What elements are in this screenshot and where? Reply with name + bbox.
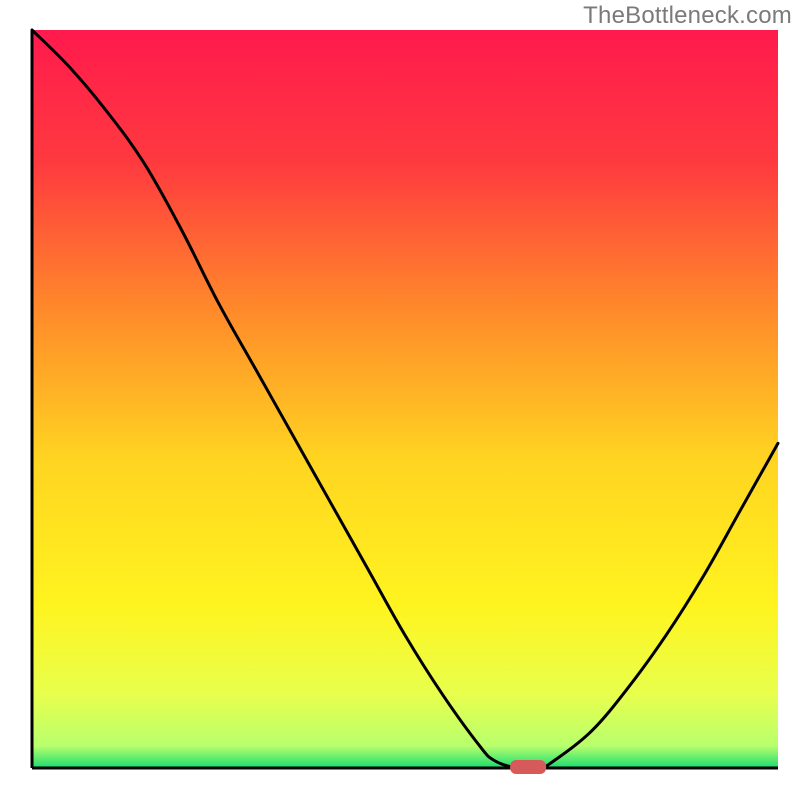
bottleneck-chart: TheBottleneck.com — [0, 0, 800, 800]
chart-svg — [0, 0, 800, 800]
optimum-marker — [510, 760, 546, 774]
plot-background — [32, 30, 778, 768]
watermark-text: TheBottleneck.com — [583, 2, 792, 30]
